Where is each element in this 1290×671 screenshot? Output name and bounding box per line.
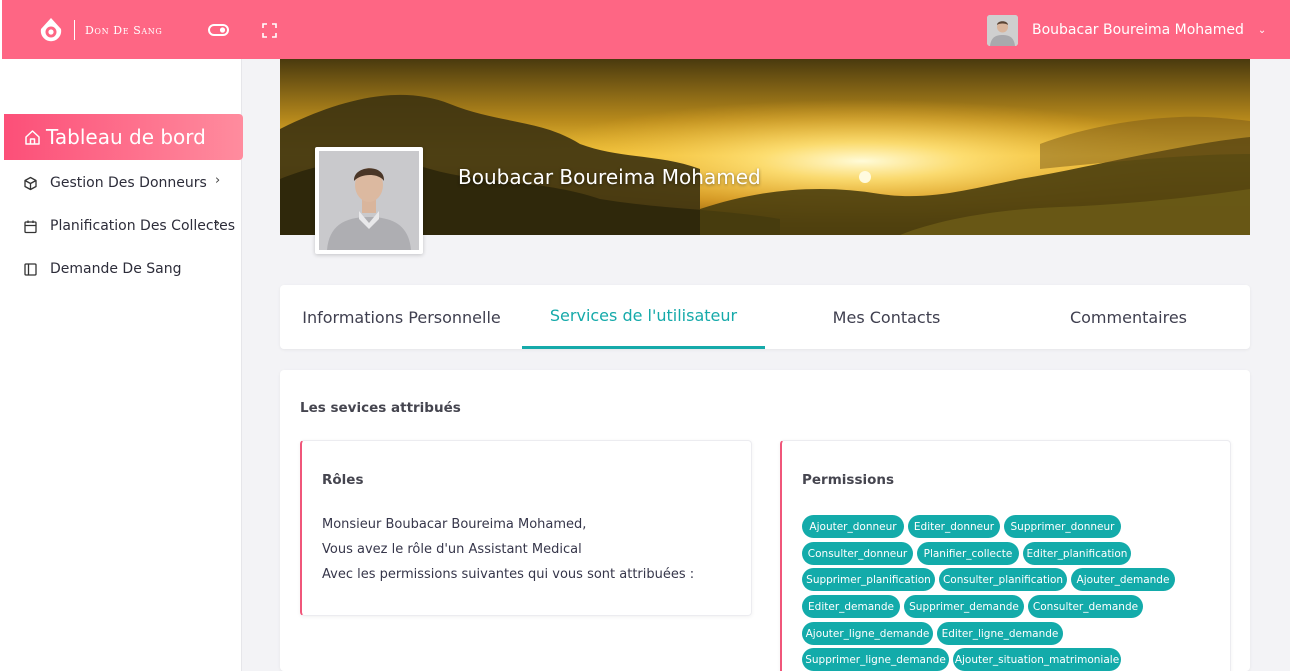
permission-tag: Supprimer_planification [802,568,935,591]
profile-photo [315,147,423,254]
profile-tabs: Informations Personnelle Services de l'u… [280,285,1250,349]
profile-name: Boubacar Boureima Mohamed [458,165,761,189]
home-icon [25,129,40,145]
tab-personal-info[interactable]: Informations Personnelle [280,285,523,349]
profile-banner [280,59,1250,235]
roles-text-line: Avec les permissions suivantes qui vous … [322,567,695,582]
chevron-right-icon: › [215,216,221,231]
permission-tag: Consulter_demande [1028,595,1143,618]
box-icon [24,176,37,190]
sidebar: Tableau de bord Gestion Des Donneurs › P… [0,59,243,671]
permission-tag: Ajouter_ligne_demande [802,622,933,645]
user-name: Boubacar Boureima Mohamed [1032,22,1244,38]
roles-text-line: Monsieur Boubacar Boureima Mohamed, [322,517,587,532]
sidebar-item-dashboard[interactable]: Tableau de bord [4,114,243,160]
profile-photo-image [319,151,419,250]
brand-separator [74,20,75,40]
blood-drop-logo-icon [40,18,62,42]
services-panel: Les sevices attribués Rôles Monsieur Bou… [280,370,1250,671]
fullscreen-icon[interactable] [261,22,278,39]
banner-image [280,59,1250,235]
chevron-down-icon[interactable]: ⌄ [1258,25,1266,36]
brand[interactable]: Don De Sang [38,17,162,43]
sidebar-item-label: Demande De Sang [50,261,182,277]
sidebar-item-label: Tableau de bord [46,125,206,149]
roles-title: Rôles [322,472,364,488]
tab-user-services[interactable]: Services de l'utilisateur [522,285,765,349]
top-navbar: Don De Sang Boubacar Boureima Mohamed ⌄ [0,0,1290,59]
brand-name: Don De Sang [85,23,163,37]
user-avatar [987,14,1018,46]
permission-tag: Ajouter_demande [1071,568,1175,591]
tab-contacts[interactable]: Mes Contacts [765,285,1008,349]
sidebar-item-blood-request[interactable]: Demande De Sang [4,254,243,284]
permission-tag: Supprimer_donneur [1004,515,1121,538]
roles-card: Rôles Monsieur Boubacar Boureima Mohamed… [300,440,752,616]
avatar-image [987,14,1018,46]
permission-tag: Consulter_planification [939,568,1067,591]
tab-comments[interactable]: Commentaires [1007,285,1250,349]
permission-tag: Ajouter_donneur [802,515,904,538]
calendar-icon [24,220,37,233]
permissions-card: Permissions Ajouter_donneur Editer_donne… [780,440,1231,671]
permission-tag: Editer_ligne_demande [937,622,1063,645]
section-title: Les sevices attribués [300,400,461,416]
permission-tag: Ajouter_situation_matrimoniale [953,648,1121,671]
user-menu[interactable]: Boubacar Boureima Mohamed ⌄ [987,14,1266,46]
permission-tag: Supprimer_ligne_demande [802,648,949,671]
sidebar-panel-icon [24,262,37,276]
permission-tag: Editer_donneur [908,515,1000,538]
permissions-title: Permissions [802,472,895,488]
permission-tag: Consulter_donneur [802,542,913,565]
permission-tag: Supprimer_demande [904,595,1024,618]
chevron-right-icon: › [215,173,221,188]
roles-text-line: Vous avez le rôle d'un Assistant Medical [322,542,582,557]
sidebar-item-donors[interactable]: Gestion Des Donneurs › [4,168,243,198]
permission-tag: Editer_planification [1023,542,1131,565]
permission-tag: Planifier_collecte [917,542,1019,565]
toggle-icon[interactable] [207,22,231,38]
sidebar-item-planning[interactable]: Planification Des Collectes › [4,211,243,241]
sidebar-item-label: Gestion Des Donneurs [50,175,207,191]
sidebar-item-label: Planification Des Collectes [50,218,236,234]
permission-tag: Editer_demande [802,595,900,618]
